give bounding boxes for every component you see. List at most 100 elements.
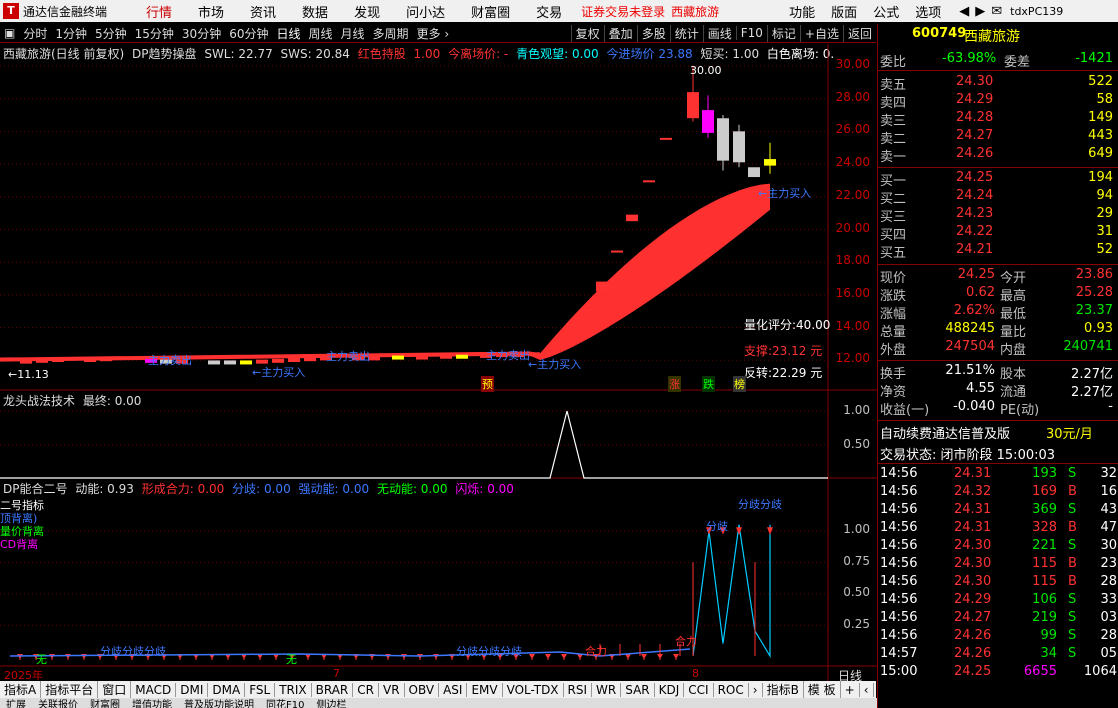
right-menu-item-0[interactable]: 功能 (781, 2, 823, 21)
indicator-tab-17[interactable]: SAR (621, 682, 655, 697)
signal-arrow-icon (641, 654, 647, 659)
period-tab-9[interactable]: 多周期 (369, 25, 413, 42)
indicator-tab-25[interactable]: ‹ (860, 682, 874, 697)
period-tab-1[interactable]: 1分钟 (51, 25, 91, 42)
indicator-tab-3[interactable]: MACD (131, 682, 177, 697)
period-tab-3[interactable]: 15分钟 (131, 25, 178, 42)
price-tick: 30.00 (835, 57, 870, 71)
menu-item-6[interactable]: 财富圈 (458, 2, 523, 21)
tool-button-3[interactable]: 统计 (669, 24, 703, 42)
ask-label: 卖二 (880, 132, 907, 147)
indicator-tab-13[interactable]: EMV (467, 682, 503, 697)
trade-login-status[interactable]: 证券交易未登录 (581, 3, 665, 20)
stat-value: 488245 (945, 321, 995, 336)
indicator-tab-21[interactable]: › (749, 682, 763, 697)
legend-item-3: 量价背离 (0, 525, 44, 538)
tool-button-0[interactable]: 复权 (570, 24, 604, 42)
menu-item-0[interactable]: 行情 (133, 2, 185, 21)
tool-button-6[interactable]: 标记 (766, 24, 800, 42)
indicator-tab-7[interactable]: TRIX (275, 682, 312, 697)
bottom-link-4[interactable]: 普及版功能说明 (178, 698, 260, 708)
indicator-tab-22[interactable]: 指标B (763, 681, 804, 698)
panel-toggle-icon[interactable]: ▣ (4, 26, 15, 40)
period-tab-7[interactable]: 周线 (305, 25, 337, 42)
menu-item-2[interactable]: 资讯 (237, 2, 289, 21)
menu-item-3[interactable]: 数据 (289, 2, 341, 21)
stat-label: 收益(一) (880, 403, 930, 418)
signal-arrow-icon (65, 654, 71, 659)
mail-icon[interactable]: ✉ (991, 4, 1002, 19)
indicator-tab-10[interactable]: VR (379, 682, 405, 697)
indicator-tab-12[interactable]: ASI (439, 682, 468, 697)
bottom-link-2[interactable]: 财富圈 (84, 698, 126, 708)
indicator-tab-2[interactable]: 窗口 (98, 681, 132, 698)
username[interactable]: tdxPC139 (1010, 5, 1063, 18)
period-tab-0[interactable]: 分时 (19, 25, 51, 42)
indicator-tab-14[interactable]: VOL-TDX (503, 682, 564, 697)
right-menu-item-1[interactable]: 版面 (823, 2, 865, 21)
right-menu-item-2[interactable]: 公式 (865, 2, 907, 21)
panel3-title[interactable]: DP能合二号 (3, 482, 67, 496)
bottom-link-0[interactable]: 扩展 (0, 698, 32, 708)
current-stock-link[interactable]: 西藏旅游 (671, 3, 719, 20)
ask-row: 卖一 24.26 649 (878, 146, 1118, 165)
tool-button-1[interactable]: 叠加 (603, 24, 637, 42)
stat-label: 内盘 (1000, 343, 1027, 358)
period-tab-8[interactable]: 月线 (337, 25, 369, 42)
divider (878, 420, 1118, 421)
tick-volume: 115 (1032, 574, 1057, 589)
menu-item-7[interactable]: 交易 (523, 2, 575, 21)
tool-button-8[interactable]: 返回 (842, 24, 876, 42)
menu-item-5[interactable]: 问小达 (393, 2, 458, 21)
forward-icon[interactable]: ▶ (975, 4, 985, 19)
indicator-tab-11[interactable]: OBV (405, 682, 440, 697)
menu-item-1[interactable]: 市场 (185, 2, 237, 21)
tool-button-5[interactable]: F10 (735, 26, 767, 40)
indicator-tab-6[interactable]: FSL (245, 682, 276, 697)
period-tab-2[interactable]: 5分钟 (91, 25, 131, 42)
main-sell-label-1: 主力卖出 (148, 354, 192, 367)
bottom-link-5[interactable]: 同花F10 (260, 698, 310, 708)
weibi-row: 委比 -63.98% 委差 -1421 (878, 51, 1118, 70)
panel2-title[interactable]: 龙头战法技术 (3, 394, 75, 408)
ad-price[interactable]: 30元/月 (1046, 423, 1093, 442)
tick-price: 24.25 (954, 664, 992, 679)
menu-item-4[interactable]: 发现 (341, 2, 393, 21)
tool-button-4[interactable]: 画线 (702, 24, 736, 42)
tool-button-7[interactable]: +自选 (799, 24, 843, 42)
legend-item-4: CD背离 (0, 538, 39, 551)
bid-volume: 29 (1096, 206, 1113, 221)
period-tab-10[interactable]: 更多 › (413, 25, 454, 42)
tick-count: 03 (1100, 610, 1117, 625)
indicator-tab-15[interactable]: RSI (564, 682, 593, 697)
candle (416, 355, 428, 360)
bottom-link-6[interactable]: 侧边栏 (310, 698, 352, 708)
ad-text[interactable]: 自动续费通达信普及版 (880, 423, 1010, 442)
indicator-tab-24[interactable]: + (841, 682, 860, 697)
indicator-tab-0[interactable]: 指标A (0, 681, 42, 698)
indicator-tab-18[interactable]: KDJ (655, 682, 685, 697)
ad-row[interactable]: 自动续费通达信普及版 30元/月 (878, 423, 1118, 442)
bottom-link-3[interactable]: 增值功能 (126, 698, 178, 708)
indicator-tab-5[interactable]: DMA (208, 682, 246, 697)
indicator-tab-8[interactable]: BRAR (312, 682, 354, 697)
indicator-tab-4[interactable]: DMI (176, 682, 209, 697)
indicator-tab-1[interactable]: 指标平台 (41, 681, 99, 698)
bid-row: 买二 24.24 94 (878, 188, 1118, 207)
indicator-tab-23[interactable]: 模 板 (804, 681, 841, 698)
period-tab-6[interactable]: 日线 (272, 25, 304, 42)
indicator-tab-9[interactable]: CR (353, 682, 379, 697)
indicator-tab-19[interactable]: CCI (684, 682, 714, 697)
period-tab-4[interactable]: 30分钟 (178, 25, 225, 42)
tool-button-2[interactable]: 多股 (636, 24, 670, 42)
indicator-tab-20[interactable]: ROC (714, 682, 749, 697)
tick-price: 24.30 (954, 538, 992, 553)
right-menu-item-3[interactable]: 选项 (907, 2, 949, 21)
period-tab-5[interactable]: 60分钟 (225, 25, 272, 42)
chart-area[interactable] (0, 44, 877, 681)
candle (272, 358, 284, 363)
back-icon[interactable]: ◀ (959, 4, 969, 19)
indicator-tab-16[interactable]: WR (592, 682, 622, 697)
price-tick: 22.00 (835, 187, 870, 202)
bottom-link-1[interactable]: 关联报价 (32, 698, 84, 708)
